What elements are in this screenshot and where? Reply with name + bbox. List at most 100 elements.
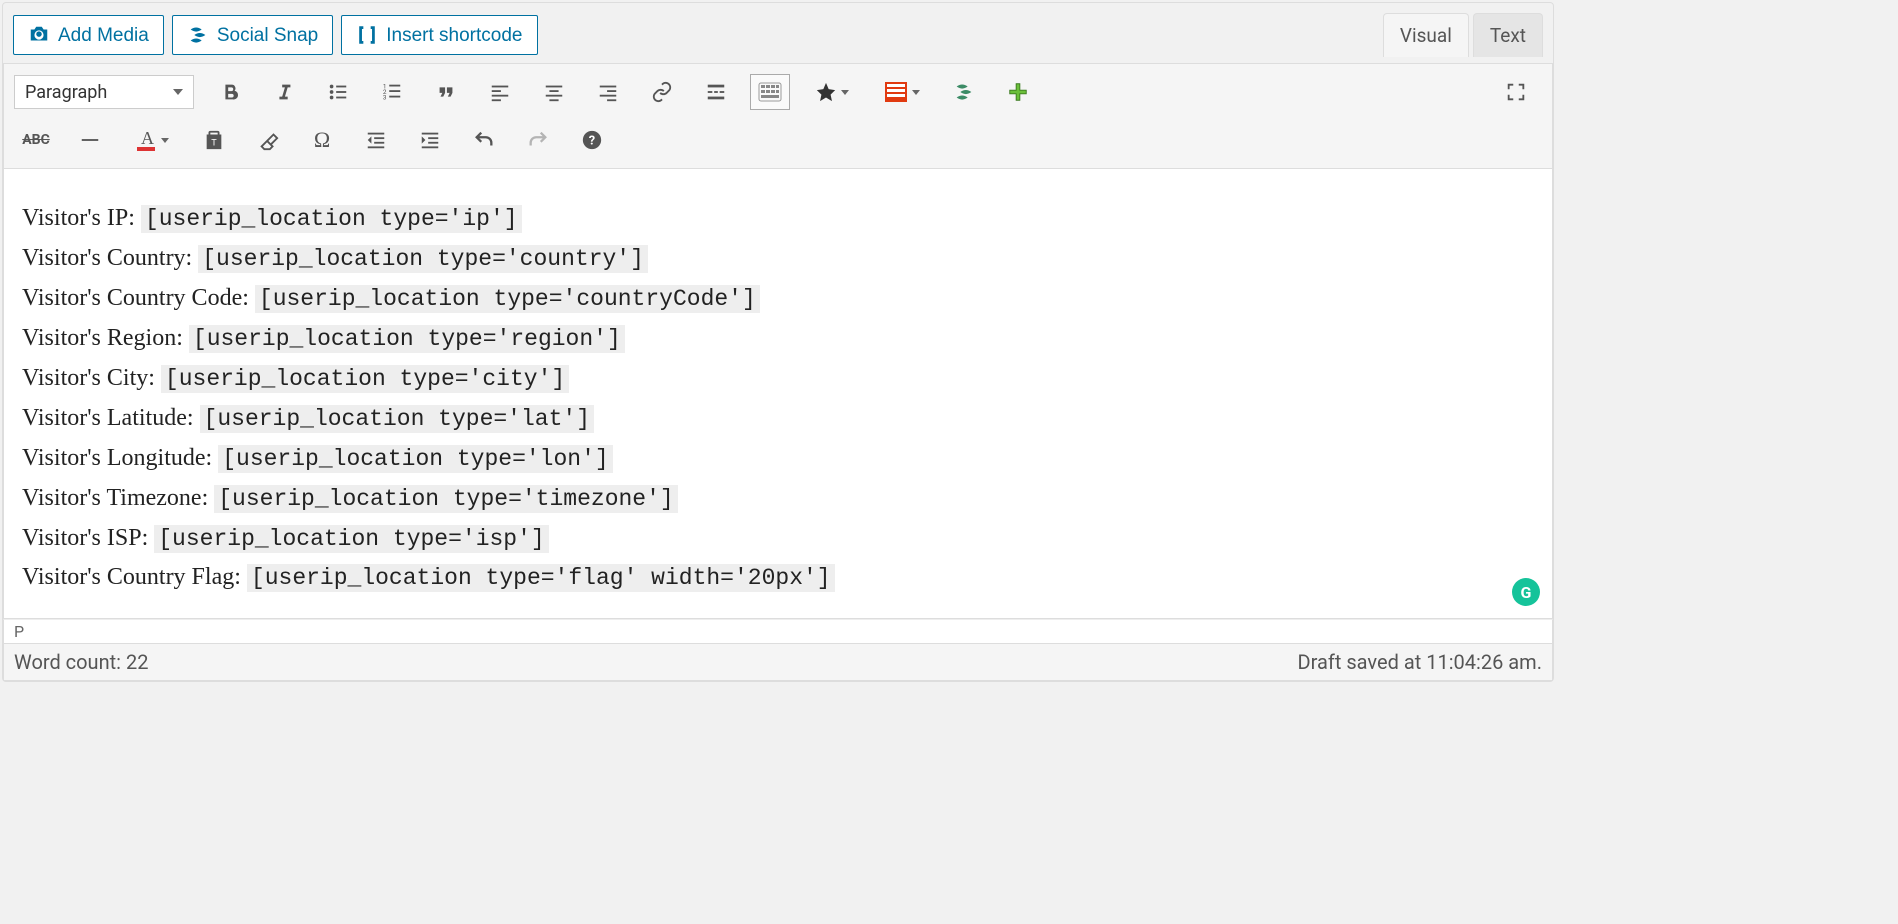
insert-link-button[interactable] <box>642 74 682 110</box>
blockquote-button[interactable] <box>426 74 466 110</box>
strikethrough-icon: ABC <box>22 132 50 148</box>
text-color-icon: A <box>135 128 157 152</box>
align-right-button[interactable] <box>588 74 628 110</box>
editor-content[interactable]: Visitor's IP: [userip_location type='ip'… <box>3 169 1553 619</box>
add-plus-icon <box>1007 81 1029 103</box>
chevron-down-icon <box>841 90 849 95</box>
strikethrough-button[interactable]: ABC <box>16 122 56 158</box>
svg-text:?: ? <box>589 134 595 149</box>
outdent-button[interactable] <box>356 122 396 158</box>
content-line-label: Visitor's Country Code: <box>22 285 255 311</box>
italic-icon <box>273 81 295 103</box>
align-right-icon <box>597 81 619 103</box>
editor-container: Add Media Social Snap Insert shortcode V… <box>2 2 1554 682</box>
undo-icon <box>473 129 495 151</box>
editor-toolbar: Paragraph 123 <box>3 63 1553 169</box>
redo-icon <box>527 129 549 151</box>
help-button[interactable]: ? <box>572 122 612 158</box>
toolbar-toggle-button[interactable] <box>750 74 790 110</box>
content-line[interactable]: Visitor's Region: [userip_location type=… <box>22 319 1534 359</box>
content-line[interactable]: Visitor's City: [userip_location type='c… <box>22 359 1534 399</box>
undo-button[interactable] <box>464 122 504 158</box>
editor-tabs: Visual Text <box>1379 13 1543 57</box>
content-line-shortcode: [userip_location type='countryCode'] <box>255 285 760 313</box>
align-left-button[interactable] <box>480 74 520 110</box>
tab-visual[interactable]: Visual <box>1383 13 1469 57</box>
clear-format-icon <box>257 129 279 151</box>
content-line-label: Visitor's Timezone: <box>22 485 214 511</box>
star-dropdown-button[interactable] <box>804 74 860 110</box>
horizontal-rule-button[interactable] <box>70 122 110 158</box>
redo-button[interactable] <box>518 122 558 158</box>
format-select-value: Paragraph <box>25 82 107 103</box>
draft-saved-status: Draft saved at 11:04:26 am. <box>1298 650 1542 674</box>
shortcode-icon <box>356 24 378 46</box>
media-icon <box>28 24 50 46</box>
add-element-button[interactable] <box>998 74 1038 110</box>
bold-icon <box>219 81 241 103</box>
help-icon: ? <box>581 129 603 151</box>
grid-shortcode-button[interactable] <box>874 74 930 110</box>
content-line-label: Visitor's Country: <box>22 245 198 271</box>
read-more-button[interactable] <box>696 74 736 110</box>
blockquote-icon <box>435 81 457 103</box>
content-line[interactable]: Visitor's Country Flag: [userip_location… <box>22 558 1534 598</box>
ordered-list-button[interactable]: 123 <box>372 74 412 110</box>
content-line-shortcode: [userip_location type='lon'] <box>218 445 612 473</box>
content-line-label: Visitor's Latitude: <box>22 405 200 431</box>
content-line[interactable]: Visitor's Country: [userip_location type… <box>22 239 1534 279</box>
content-line-label: Visitor's Region: <box>22 325 189 351</box>
bold-button[interactable] <box>210 74 250 110</box>
grammarly-badge[interactable]: G <box>1512 578 1540 606</box>
insert-shortcode-button[interactable]: Insert shortcode <box>341 15 537 55</box>
clear-format-button[interactable] <box>248 122 288 158</box>
add-media-button[interactable]: Add Media <box>13 15 164 55</box>
social-snap-icon <box>187 24 209 46</box>
content-line-shortcode: [userip_location type='flag' width='20px… <box>247 564 835 592</box>
social-snap-label: Social Snap <box>217 26 318 45</box>
insert-shortcode-label: Insert shortcode <box>386 26 522 45</box>
grid-shortcode-icon <box>884 81 908 103</box>
content-line[interactable]: Visitor's Latitude: [userip_location typ… <box>22 399 1534 439</box>
paste-text-button[interactable]: T <box>194 122 234 158</box>
chevron-down-icon <box>161 138 169 143</box>
social-snap-button[interactable]: Social Snap <box>172 15 333 55</box>
element-path[interactable]: P <box>3 619 1553 644</box>
special-char-icon: Ω <box>314 127 330 153</box>
content-line[interactable]: Visitor's Longitude: [userip_location ty… <box>22 439 1534 479</box>
ordered-list-icon: 123 <box>381 81 403 103</box>
chevron-down-icon <box>912 90 920 95</box>
svg-text:T: T <box>211 139 217 149</box>
link-icon <box>651 81 673 103</box>
content-line[interactable]: Visitor's IP: [userip_location type='ip'… <box>22 199 1534 239</box>
paste-text-icon: T <box>203 129 225 151</box>
outdent-icon <box>365 129 387 151</box>
content-line[interactable]: Visitor's Country Code: [userip_location… <box>22 279 1534 319</box>
social-snap-icon <box>953 81 975 103</box>
svg-text:3: 3 <box>383 93 387 101</box>
align-center-button[interactable] <box>534 74 574 110</box>
unordered-list-button[interactable] <box>318 74 358 110</box>
align-left-icon <box>489 81 511 103</box>
content-line[interactable]: Visitor's Timezone: [userip_location typ… <box>22 479 1534 519</box>
content-line-shortcode: [userip_location type='isp'] <box>154 525 548 553</box>
horizontal-rule-icon <box>79 129 101 151</box>
content-line-label: Visitor's IP: <box>22 205 141 231</box>
social-snap-toolbar-button[interactable] <box>944 74 984 110</box>
tab-text[interactable]: Text <box>1473 13 1543 57</box>
content-line-label: Visitor's Country Flag: <box>22 564 247 590</box>
text-color-button[interactable]: A <box>124 122 180 158</box>
italic-button[interactable] <box>264 74 304 110</box>
star-icon <box>815 81 837 103</box>
content-line[interactable]: Visitor's ISP: [userip_location type='is… <box>22 519 1534 559</box>
add-media-label: Add Media <box>58 26 149 45</box>
format-select[interactable]: Paragraph <box>14 75 194 109</box>
special-char-button[interactable]: Ω <box>302 122 342 158</box>
fullscreen-icon <box>1505 81 1527 103</box>
content-line-shortcode: [userip_location type='region'] <box>189 325 625 353</box>
content-line-shortcode: [userip_location type='lat'] <box>200 405 594 433</box>
indent-button[interactable] <box>410 122 450 158</box>
unordered-list-icon <box>327 81 349 103</box>
fullscreen-button[interactable] <box>1496 74 1536 110</box>
svg-text:A: A <box>141 128 154 148</box>
